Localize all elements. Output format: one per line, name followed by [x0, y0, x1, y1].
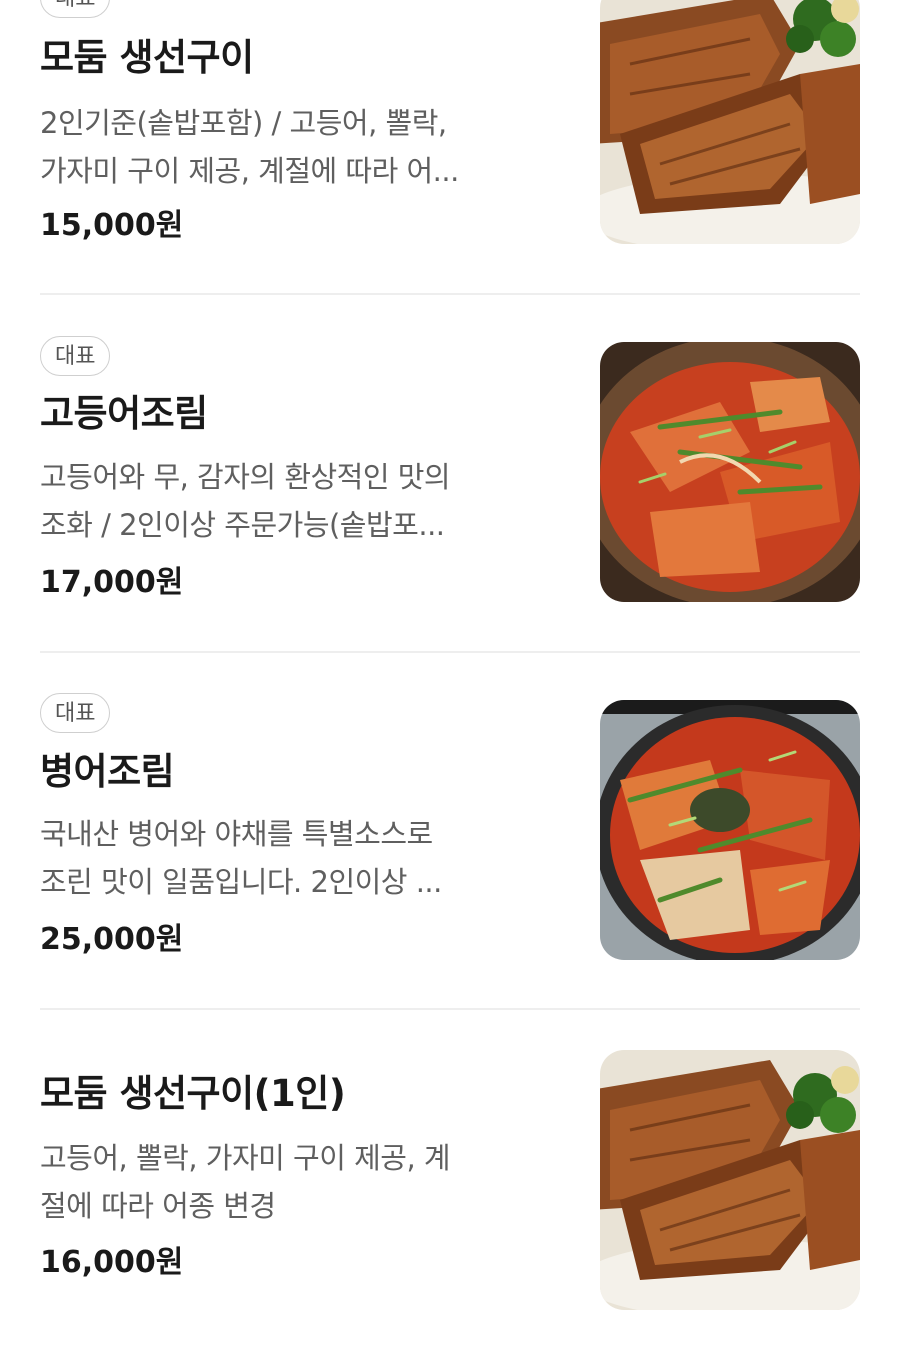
braised-mackerel-image [600, 342, 860, 602]
menu-item-description: 국내산 병어와 야채를 특별소스로 조린 맛이 일품입니다. 2인이상 ... [40, 810, 560, 906]
menu-item-name: 고등어조림 [40, 392, 208, 435]
divider [40, 1008, 860, 1010]
menu-item-name: 모둠 생선구이 [40, 36, 254, 79]
menu-item-description: 2인기준(솥밥포함) / 고등어, 뽈락, 가자미 구이 제공, 계절에 따라 … [40, 99, 560, 195]
description-line: 가자미 구이 제공, 계절에 따라 어... [40, 154, 459, 188]
menu-item-braised-mackerel[interactable]: 대표 고등어조림 고등어와 무, 감자의 환상적인 맛의 조화 / 2인이상 주… [40, 333, 860, 653]
description-line: 고등어와 무, 감자의 환상적인 맛의 [40, 460, 451, 494]
menu-item-braised-butterfish[interactable]: 대표 병어조림 국내산 병어와 야채를 특별소스로 조린 맛이 일품입니다. 2… [40, 690, 860, 1010]
menu-item-price: 15,000원 [40, 208, 184, 243]
signature-badge: 대표 [40, 693, 111, 733]
description-line: 절에 따라 어종 변경 [40, 1189, 276, 1223]
grilled-fish-photo[interactable] [600, 0, 860, 244]
menu-item-grilled-fish-single[interactable]: 모둠 생선구이(1인) 고등어, 뽈락, 가자미 구이 제공, 계 절에 따라 … [40, 1050, 860, 1346]
menu-item-price: 17,000원 [40, 565, 184, 600]
description-line: 조화 / 2인이상 주문가능(솥밥포... [40, 508, 445, 542]
braised-mackerel-photo[interactable] [600, 342, 860, 602]
menu-item-grilled-fish[interactable]: 대표 모둠 생선구이 2인기준(솥밥포함) / 고등어, 뽈락, 가자미 구이 … [40, 0, 860, 295]
grilled-fish-image [600, 0, 860, 244]
menu-item-price: 25,000원 [40, 922, 184, 957]
braised-butterfish-photo[interactable] [600, 700, 860, 960]
grilled-fish-photo[interactable] [600, 1050, 860, 1310]
menu-item-description: 고등어와 무, 감자의 환상적인 맛의 조화 / 2인이상 주문가능(솥밥포..… [40, 453, 560, 549]
divider [40, 651, 860, 653]
menu-item-description: 고등어, 뽈락, 가자미 구이 제공, 계 절에 따라 어종 변경 [40, 1134, 560, 1230]
description-line: 고등어, 뽈락, 가자미 구이 제공, 계 [40, 1141, 451, 1175]
menu-item-name: 병어조림 [40, 750, 175, 793]
description-line: 2인기준(솥밥포함) / 고등어, 뽈락, [40, 106, 447, 140]
description-line: 국내산 병어와 야채를 특별소스로 [40, 817, 433, 851]
description-line: 조린 맛이 일품입니다. 2인이상 ... [40, 865, 442, 899]
menu-item-name: 모둠 생선구이(1인) [40, 1072, 346, 1115]
signature-badge: 대표 [40, 0, 111, 18]
braised-butterfish-image [600, 700, 860, 960]
divider [40, 293, 860, 295]
grilled-fish-image [600, 1050, 860, 1310]
signature-badge: 대표 [40, 336, 111, 376]
menu-item-price: 16,000원 [40, 1245, 184, 1280]
